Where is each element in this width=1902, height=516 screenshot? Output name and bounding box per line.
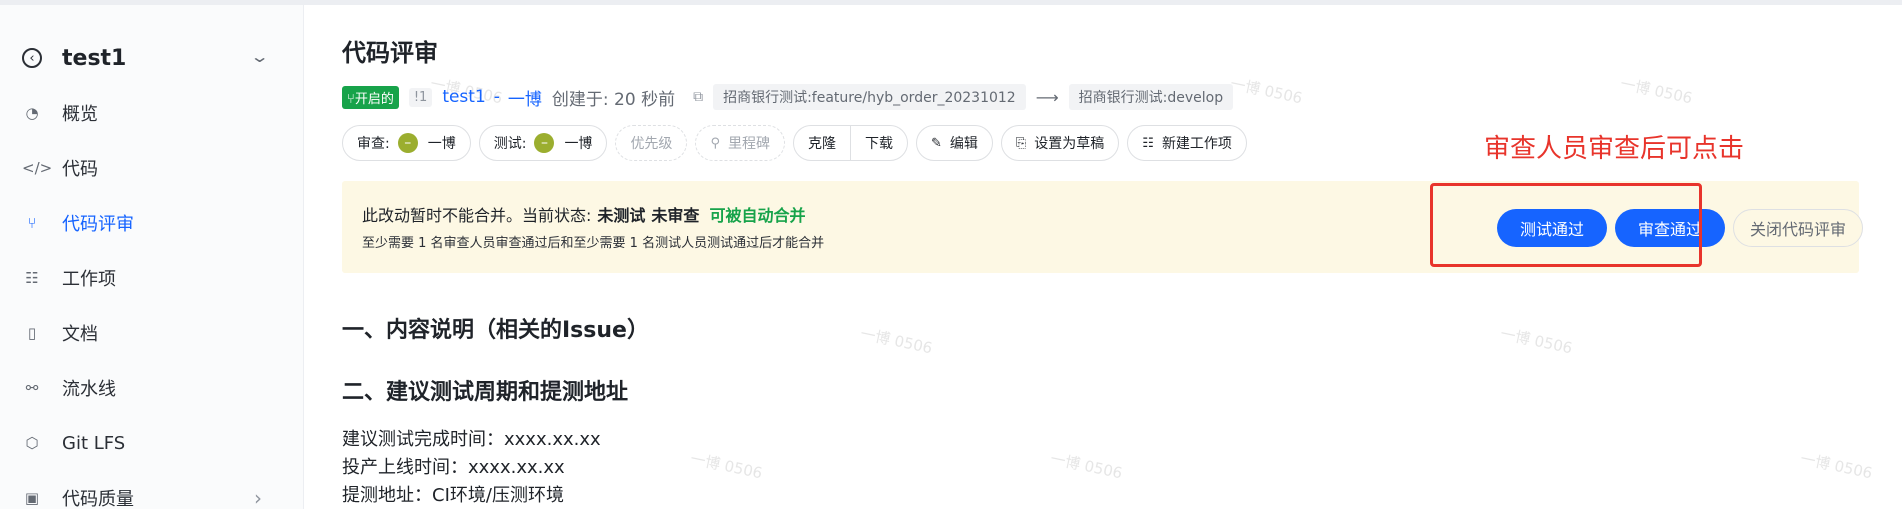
- sidebar-item-label: 概览: [62, 104, 98, 125]
- created-time: 创建于: 20 秒前: [551, 89, 676, 110]
- section-heading-content: 一、内容说明（相关的Issue）: [342, 318, 649, 343]
- source-branch[interactable]: 招商银行测试:feature/hyb_order_20231012: [713, 84, 1026, 110]
- milestone-icon: ⚲: [710, 135, 720, 151]
- page-title: 代码评审: [342, 39, 438, 67]
- merge-request-icon: ⑂: [27, 214, 37, 232]
- clone-button[interactable]: 克隆: [794, 126, 850, 160]
- project-switcher[interactable]: ‹ test1 ⌄: [22, 41, 272, 75]
- set-draft-button[interactable]: ⎘ 设置为草稿: [1000, 125, 1120, 161]
- workitem-icon: ☷: [25, 269, 39, 287]
- merge-requirement: 至少需要 1 名审查人员审查通过后和至少需要 1 名测试人员测试通过后才能合并: [362, 236, 825, 251]
- sidebar-item-code[interactable]: </> 代码: [22, 150, 272, 186]
- target-branch[interactable]: 招商银行测试:develop: [1068, 84, 1234, 110]
- priority-label: 优先级: [630, 136, 673, 152]
- sidebar-item-git-lfs[interactable]: ⬡ Git LFS: [22, 425, 272, 461]
- edit-icon: ✎: [930, 135, 942, 151]
- paragraph-line: 建议测试完成时间：xxxx.xx.xx: [342, 429, 601, 450]
- sidebar-item-workitems[interactable]: ☷ 工作项: [22, 260, 272, 296]
- sidebar-item-label: 流水线: [62, 379, 116, 400]
- sidebar-item-docs[interactable]: ▯ 文档: [22, 315, 272, 351]
- status-auto-merge: 可被自动合并: [709, 206, 806, 225]
- paragraph-line: 提测地址：CI环境/压测环境: [342, 485, 564, 506]
- download-button[interactable]: 下载: [849, 126, 907, 160]
- tester-name: 一博: [564, 136, 593, 152]
- status-unreviewed: 未审查: [651, 206, 700, 225]
- status-prefix: 此改动暂时不能合并。当前状态:: [362, 206, 592, 225]
- close-review-button[interactable]: 关闭代码评审: [1733, 209, 1863, 247]
- sidebar-item-label: 工作项: [62, 269, 116, 290]
- avatar: –: [534, 133, 555, 153]
- new-workitem-button[interactable]: ☷ 新建工作项: [1127, 125, 1247, 161]
- paragraph-line: 投产上线时间：xxxx.xx.xx: [342, 457, 565, 478]
- separator: -: [493, 87, 500, 107]
- reviewer-label: 审查:: [357, 136, 390, 152]
- back-icon[interactable]: ‹: [22, 48, 42, 68]
- tester-selector[interactable]: 测试: – 一博: [478, 125, 608, 161]
- mr-toolbar: 审查: – 一博 测试: – 一博 优先级 ⚲ 里程碑 克隆 下载 ✎ 编辑 ⎘…: [342, 124, 1255, 162]
- workitem-icon: ☷: [1142, 135, 1154, 151]
- quality-icon: ▣: [24, 489, 40, 507]
- milestone-selector[interactable]: ⚲ 里程碑: [695, 125, 785, 161]
- code-icon: </>: [22, 159, 53, 177]
- new-workitem-label: 新建工作项: [1161, 136, 1232, 152]
- draft-label: 设置为草稿: [1034, 136, 1105, 152]
- reviewer-selector[interactable]: 审查: – 一博: [342, 125, 471, 161]
- pipeline-icon: ⚯: [25, 379, 39, 397]
- sidebar: ‹ test1 ⌄ ◔ 概览 </> 代码 ⑂ 代码评审 ☷ 工作项 ▯ 文档 …: [0, 5, 304, 510]
- priority-selector[interactable]: 优先级: [615, 125, 688, 161]
- copy-icon[interactable]: ⧉: [693, 89, 703, 105]
- sidebar-item-label: 代码评审: [62, 214, 134, 235]
- gauge-icon: ◔: [25, 104, 39, 122]
- status-badge: ⑂开启的: [342, 85, 399, 109]
- edit-label: 编辑: [949, 136, 978, 152]
- sidebar-item-label: 文档: [62, 324, 98, 345]
- sidebar-item-label: Git LFS: [62, 432, 126, 454]
- annotation-text: 审查人员审查后可点击: [1484, 134, 1745, 164]
- tester-label: 测试:: [493, 136, 527, 152]
- project-name: test1: [62, 45, 127, 71]
- repo-link[interactable]: test1: [442, 87, 485, 107]
- author-link[interactable]: 一博: [508, 85, 542, 110]
- sidebar-item-code-quality[interactable]: ▣ 代码质量 ›: [22, 480, 272, 516]
- clone-download-group: 克隆 下载: [792, 125, 908, 161]
- arrow-right-icon: ⟶: [1035, 87, 1059, 107]
- sidebar-item-code-review[interactable]: ⑂ 代码评审: [22, 205, 272, 241]
- mr-meta: ⑂开启的 !1 test1 - 一博 创建于: 20 秒前 ⧉ 招商银行测试:f…: [342, 84, 1234, 110]
- chevron-right-icon: ›: [254, 486, 262, 510]
- reviewer-name: 一博: [427, 136, 456, 152]
- chevron-down-icon[interactable]: ⌄: [249, 47, 269, 66]
- sidebar-item-overview[interactable]: ◔ 概览: [22, 95, 272, 131]
- milestone-label: 里程碑: [727, 136, 770, 152]
- mr-id: !1: [408, 87, 433, 107]
- cube-icon: ⬡: [25, 434, 39, 452]
- sidebar-item-label: 代码质量: [62, 489, 134, 510]
- avatar: –: [397, 133, 418, 153]
- annotation-highlight-box: [1430, 183, 1702, 267]
- draft-icon: ⎘: [1015, 135, 1027, 151]
- merge-status-line: 此改动暂时不能合并。当前状态: 未测试 未审查 可被自动合并: [362, 202, 805, 226]
- section-heading-test: 二、建议测试周期和提测地址: [342, 380, 629, 405]
- sidebar-item-label: 代码: [62, 159, 98, 180]
- edit-button[interactable]: ✎ 编辑: [915, 125, 993, 161]
- book-icon: ▯: [27, 324, 37, 342]
- sidebar-item-pipeline[interactable]: ⚯ 流水线: [22, 370, 272, 406]
- status-untested: 未测试: [597, 206, 646, 225]
